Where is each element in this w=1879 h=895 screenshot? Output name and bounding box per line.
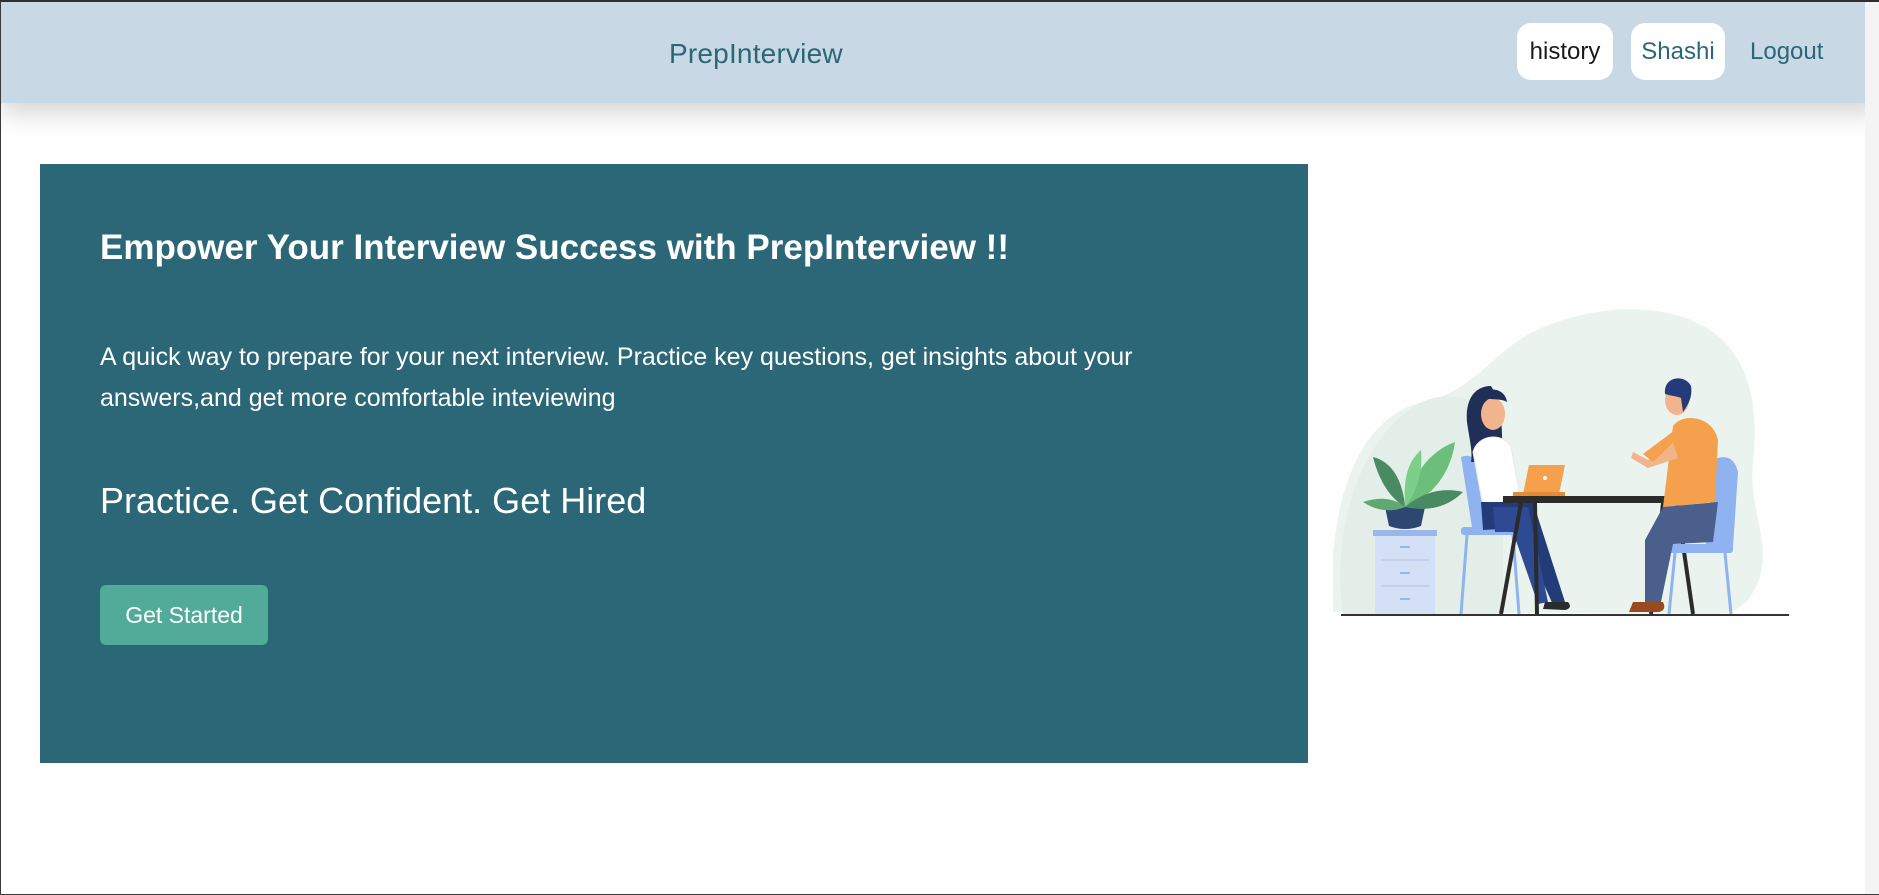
navbar: PrepInterview history Shashi Logout bbox=[1, 2, 1879, 103]
hero-panel: Empower Your Interview Success with Prep… bbox=[40, 164, 1308, 763]
scrollbar[interactable] bbox=[1865, 2, 1879, 894]
logout-link[interactable]: Logout bbox=[1750, 38, 1823, 66]
brand-title[interactable]: PrepInterview bbox=[669, 38, 843, 70]
hero-description: A quick way to prepare for your next int… bbox=[100, 343, 1133, 412]
user-profile-button[interactable]: Shashi bbox=[1631, 23, 1725, 80]
hero-tagline: Practice. Get Confident. Get Hired bbox=[100, 480, 647, 521]
app-window: PrepInterview history Shashi Logout Empo… bbox=[0, 0, 1879, 895]
history-button[interactable]: history bbox=[1517, 23, 1613, 80]
hero-title: Empower Your Interview Success with Prep… bbox=[100, 228, 1009, 267]
interview-illustration-icon bbox=[1331, 302, 1803, 632]
get-started-button[interactable]: Get Started bbox=[100, 585, 268, 645]
